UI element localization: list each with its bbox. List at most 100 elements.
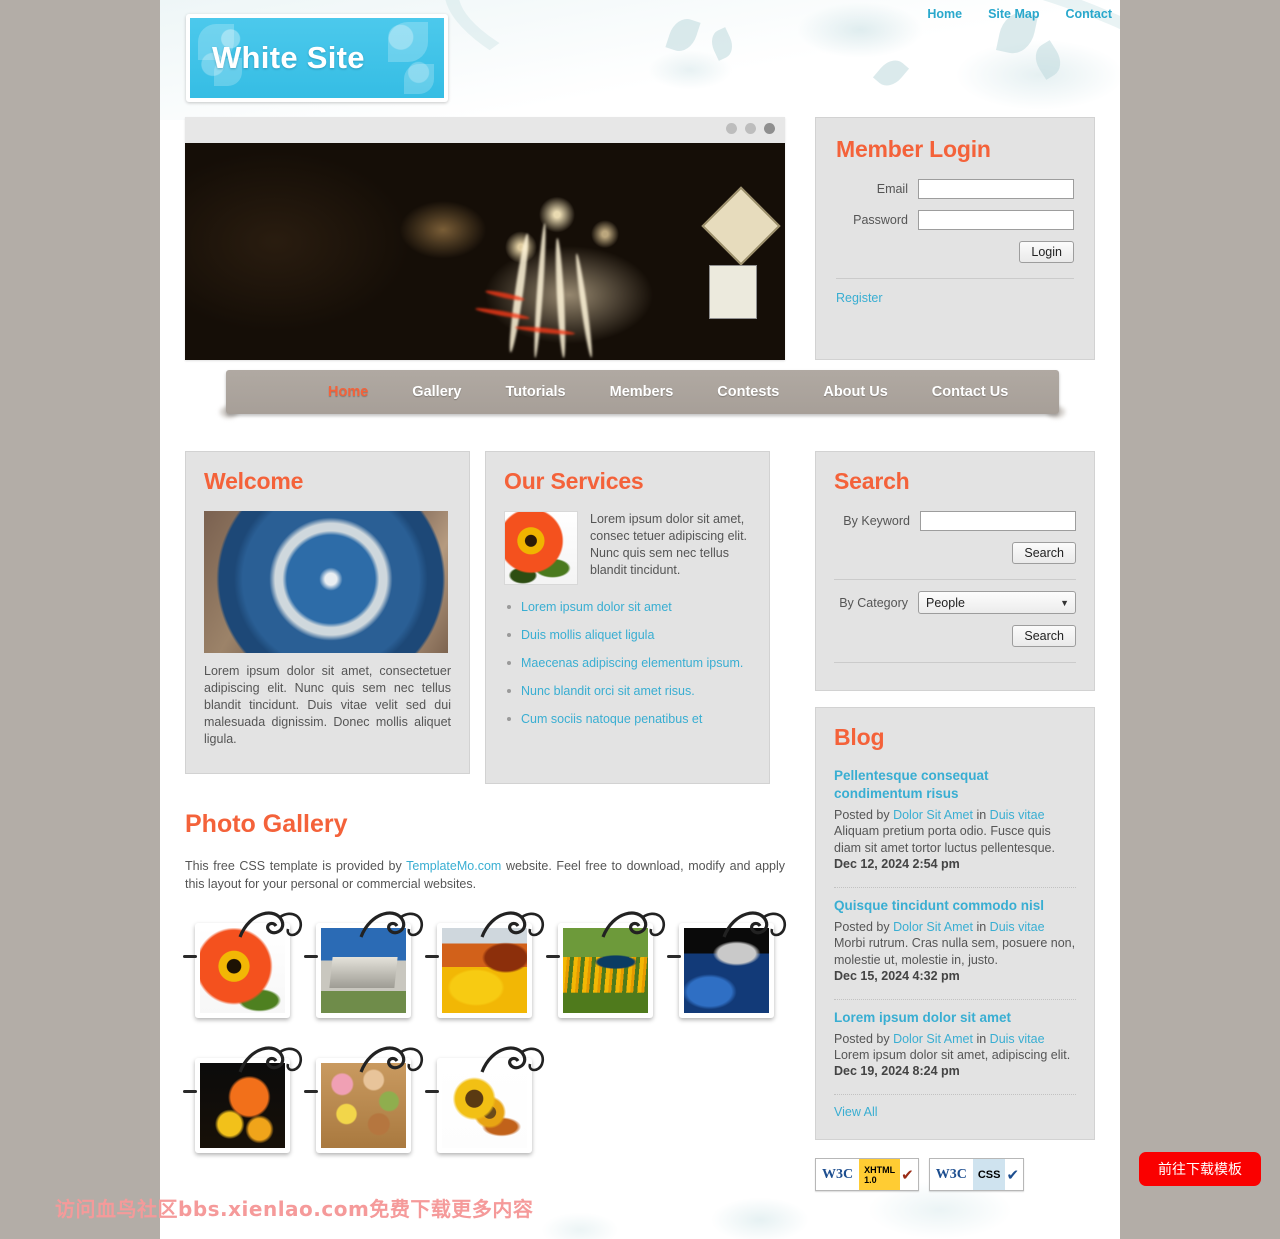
nav-item-contests[interactable]: Contests bbox=[695, 384, 801, 400]
slider-dot-2[interactable] bbox=[745, 123, 756, 134]
page-container: Home Site Map Contact White Site Member … bbox=[160, 0, 1120, 1239]
gallery-item-6[interactable] bbox=[183, 1046, 303, 1160]
blog-post-1-category[interactable]: Duis vitae bbox=[990, 808, 1045, 822]
validation-badges: W3C XHTML 1.0 ✔ W3C CSS ✔ bbox=[815, 1158, 1025, 1191]
w3c-css-badge[interactable]: W3C CSS ✔ bbox=[928, 1158, 1025, 1191]
hook-icon bbox=[546, 955, 560, 958]
gallery-image-peacock bbox=[563, 928, 648, 1013]
hook-icon bbox=[183, 955, 197, 958]
search-keyword-row: By Keyword bbox=[834, 511, 1076, 531]
main-navigation: Home Gallery Tutorials Members Contests … bbox=[226, 370, 1059, 414]
topnav-item-contact[interactable]: Contact bbox=[1065, 7, 1112, 21]
login-email-input[interactable] bbox=[918, 179, 1074, 199]
gallery-item-1[interactable] bbox=[183, 911, 303, 1025]
blog-post-3-posted-by: Posted by bbox=[834, 1032, 890, 1046]
gallery-thumb-5[interactable] bbox=[679, 923, 774, 1018]
gallery-desc-before: This free CSS template is provided by bbox=[185, 859, 407, 873]
blog-post-3-author[interactable]: Dolor Sit Amet bbox=[893, 1032, 973, 1046]
login-password-input[interactable] bbox=[918, 210, 1074, 230]
search-keyword-label: By Keyword bbox=[843, 514, 910, 528]
nav-item-members[interactable]: Members bbox=[588, 384, 696, 400]
welcome-title: Welcome bbox=[204, 468, 304, 494]
hook-icon bbox=[304, 955, 318, 958]
gallery-thumb-3[interactable] bbox=[437, 923, 532, 1018]
blog-post-3-excerpt: Lorem ipsum dolor sit amet, adipiscing e… bbox=[834, 1048, 1071, 1062]
services-link-list: Lorem ipsum dolor sit amet Duis mollis a… bbox=[504, 599, 751, 726]
gallery-image-ship bbox=[321, 928, 406, 1013]
blog-post-2-title[interactable]: Quisque tincidunt commodo nisl bbox=[834, 897, 1076, 915]
w3c-xhtml-badge[interactable]: W3C XHTML 1.0 ✔ bbox=[815, 1158, 919, 1191]
blog-post-1-author[interactable]: Dolor Sit Amet bbox=[893, 808, 973, 822]
check-icon: ✔ bbox=[901, 1166, 914, 1184]
nav-item-tutorials[interactable]: Tutorials bbox=[483, 384, 587, 400]
services-link-4[interactable]: Nunc blandit orci sit amet risus. bbox=[521, 684, 695, 698]
nav-item-gallery[interactable]: Gallery bbox=[390, 384, 483, 400]
login-email-label: Email bbox=[876, 182, 908, 196]
services-link-5[interactable]: Cum sociis natoque penatibus et bbox=[521, 712, 702, 726]
nav-item-home[interactable]: Home bbox=[306, 384, 390, 400]
logo-text: White Site bbox=[212, 40, 365, 75]
blog-post-1-title[interactable]: Pellentesque consequat condimentum risus bbox=[834, 767, 1076, 803]
gallery-item-7[interactable] bbox=[304, 1046, 424, 1160]
blog-post-2-category[interactable]: Duis vitae bbox=[990, 920, 1045, 934]
slider-image-night-city bbox=[185, 143, 785, 360]
login-button[interactable]: Login bbox=[1019, 241, 1074, 263]
check-icon: ✔ bbox=[1006, 1166, 1020, 1184]
topnav-item-home[interactable]: Home bbox=[927, 7, 962, 21]
templatemo-link[interactable]: TemplateMo.com bbox=[406, 859, 501, 873]
gallery-image-feathers bbox=[684, 928, 769, 1013]
register-link[interactable]: Register bbox=[836, 291, 883, 305]
blog-post-1-excerpt: Aliquam pretium porta odio. Fusce quis d… bbox=[834, 824, 1055, 855]
gallery-thumb-7[interactable] bbox=[316, 1058, 411, 1153]
gallery-image-pumpkin bbox=[200, 1063, 285, 1148]
nav-item-about-us[interactable]: About Us bbox=[801, 384, 909, 400]
gallery-thumb-2[interactable] bbox=[316, 923, 411, 1018]
nav-item-contact-us[interactable]: Contact Us bbox=[910, 384, 1031, 400]
search-keyword-input[interactable] bbox=[920, 511, 1076, 531]
topnav-item-site-map[interactable]: Site Map bbox=[988, 7, 1039, 21]
services-link-3[interactable]: Maecenas adipiscing elementum ipsum. bbox=[521, 656, 743, 670]
blog-post-1-posted-by: Posted by bbox=[834, 808, 890, 822]
blog-post-3-category[interactable]: Duis vitae bbox=[990, 1032, 1045, 1046]
blog-post-2-author[interactable]: Dolor Sit Amet bbox=[893, 920, 973, 934]
search-category-button[interactable]: Search bbox=[1012, 625, 1076, 647]
blog-post-2-date: Dec 15, 2024 4:32 pm bbox=[834, 969, 960, 983]
blog-title: Blog bbox=[834, 724, 885, 750]
blog-post-3-title[interactable]: Lorem ipsum dolor sit amet bbox=[834, 1009, 1076, 1027]
gallery-item-5[interactable] bbox=[667, 911, 787, 1025]
slider-dot-3[interactable] bbox=[764, 123, 775, 134]
services-link-1[interactable]: Lorem ipsum dolor sit amet bbox=[521, 600, 672, 614]
gallery-thumb-1[interactable] bbox=[195, 923, 290, 1018]
gallery-thumb-8[interactable] bbox=[437, 1058, 532, 1153]
services-intro-text: Lorem ipsum dolor sit amet, consec tetue… bbox=[590, 512, 748, 577]
right-column: Search By Keyword Search By Category Peo… bbox=[815, 451, 1095, 691]
gallery-thumb-6[interactable] bbox=[195, 1058, 290, 1153]
login-email-row: Email bbox=[836, 179, 1074, 199]
gallery-item-4[interactable] bbox=[546, 911, 666, 1025]
gallery-item-8[interactable] bbox=[425, 1046, 545, 1160]
list-item: Nunc blandit orci sit amet risus. bbox=[504, 683, 751, 698]
blog-post-2-in: in bbox=[976, 920, 987, 934]
hero-slider[interactable] bbox=[185, 117, 785, 360]
download-template-button[interactable]: 前往下载模板 bbox=[1139, 1152, 1261, 1186]
logo-inner: White Site bbox=[190, 18, 444, 98]
search-keyword-button[interactable]: Search bbox=[1012, 542, 1076, 564]
gallery-item-2[interactable] bbox=[304, 911, 424, 1025]
welcome-panel: Welcome Lorem ipsum dolor sit amet, cons… bbox=[185, 451, 470, 774]
gallery-item-3[interactable] bbox=[425, 911, 545, 1025]
blog-separator-3 bbox=[834, 1094, 1076, 1095]
gallery-image-yellow-flower bbox=[442, 928, 527, 1013]
blog-view-all-link[interactable]: View All bbox=[834, 1105, 878, 1119]
gallery-description: This free CSS template is provided by Te… bbox=[185, 857, 785, 893]
gallery-thumb-4[interactable] bbox=[558, 923, 653, 1018]
services-link-2[interactable]: Duis mollis aliquet ligula bbox=[521, 628, 654, 642]
member-login-panel: Member Login Email Password Login Regist… bbox=[815, 117, 1095, 360]
blog-panel: Blog Pellentesque consequat condimentum … bbox=[815, 707, 1095, 1140]
search-title: Search bbox=[834, 468, 910, 494]
site-logo[interactable]: White Site bbox=[186, 14, 448, 102]
search-divider-1 bbox=[834, 579, 1076, 580]
search-category-select[interactable]: People ▼ bbox=[918, 591, 1076, 614]
slider-dot-1[interactable] bbox=[726, 123, 737, 134]
search-category-button-row: Search bbox=[834, 625, 1076, 647]
hook-icon bbox=[304, 1090, 318, 1093]
